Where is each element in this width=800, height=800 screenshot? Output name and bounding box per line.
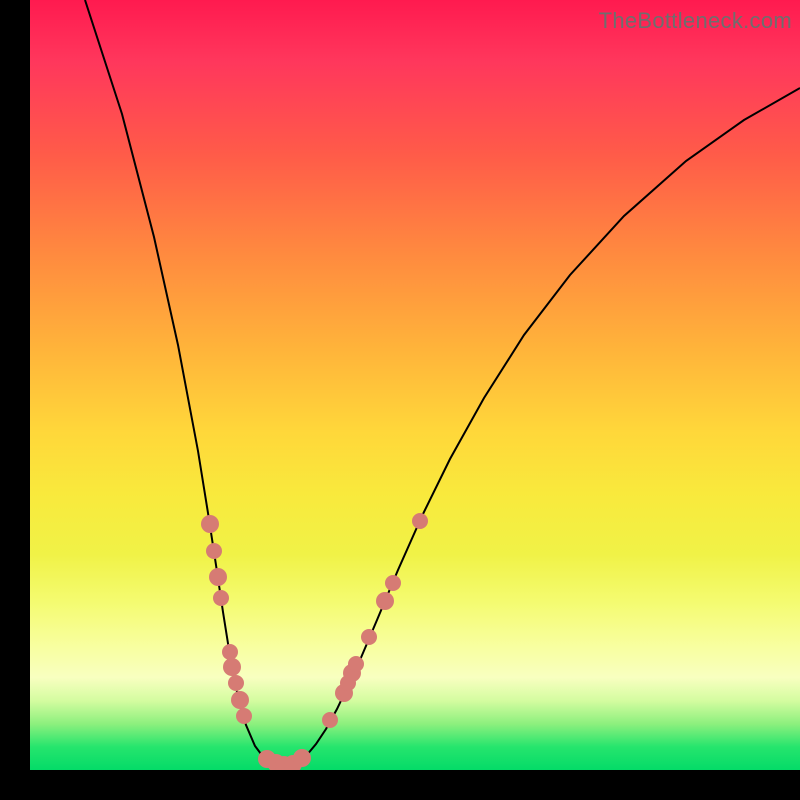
data-marker: [209, 568, 227, 586]
data-marker: [206, 543, 222, 559]
data-marker: [376, 592, 394, 610]
data-marker: [236, 708, 252, 724]
bottleneck-curve-plot: [30, 0, 800, 770]
chart-frame: TheBottleneck.com: [30, 0, 800, 770]
data-marker: [361, 629, 377, 645]
data-markers-group: [201, 513, 428, 770]
data-marker: [213, 590, 229, 606]
data-marker: [322, 712, 338, 728]
performance-curve: [85, 0, 800, 765]
data-marker: [201, 515, 219, 533]
data-marker: [293, 749, 311, 767]
data-marker: [412, 513, 428, 529]
data-marker: [228, 675, 244, 691]
data-marker: [223, 658, 241, 676]
data-marker: [231, 691, 249, 709]
data-marker: [385, 575, 401, 591]
data-marker: [222, 644, 238, 660]
data-marker: [348, 656, 364, 672]
